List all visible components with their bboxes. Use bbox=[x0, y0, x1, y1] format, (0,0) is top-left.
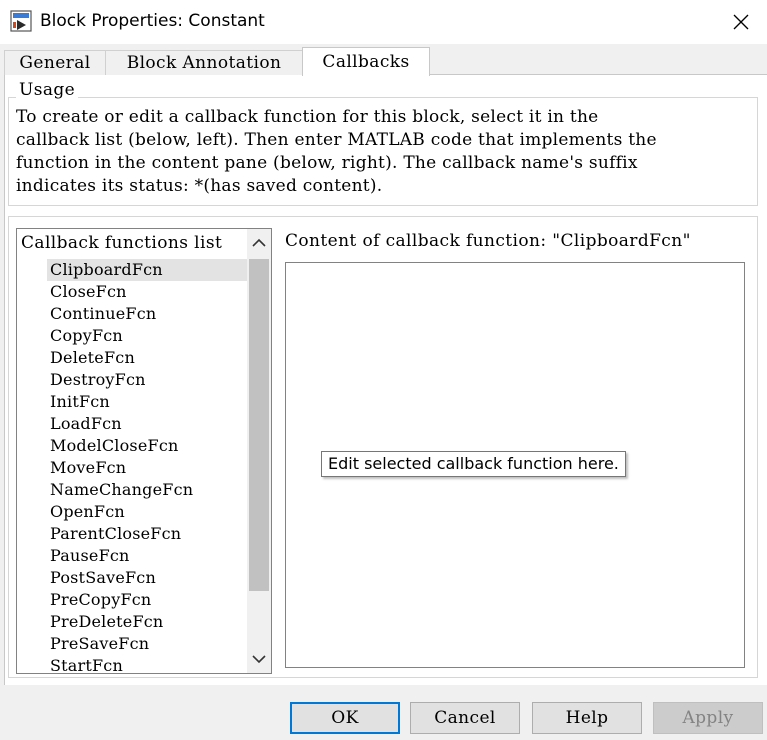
callback-list-item[interactable]: ModelCloseFcn bbox=[47, 435, 247, 457]
callback-list-item[interactable]: InitFcn bbox=[47, 391, 247, 413]
callback-list-item[interactable]: OpenFcn bbox=[47, 501, 247, 523]
callback-list-item[interactable]: PreDeleteFcn bbox=[47, 611, 247, 633]
callback-list-item[interactable]: PostSaveFcn bbox=[47, 567, 247, 589]
window-title: Block Properties: Constant bbox=[40, 11, 265, 31]
callback-list-item[interactable]: ParentCloseFcn bbox=[47, 523, 247, 545]
callback-list-item[interactable]: NameChangeFcn bbox=[47, 479, 247, 501]
close-icon bbox=[733, 14, 749, 30]
help-button[interactable]: Help bbox=[532, 702, 642, 734]
callback-items: ClipboardFcn CloseFcn ContinueFcn CopyFcn De… bbox=[47, 259, 247, 673]
callback-list-item[interactable]: StartFcn bbox=[47, 655, 247, 673]
cancel-button[interactable]: Cancel bbox=[410, 702, 520, 734]
callback-list-header: Callback functions list bbox=[21, 233, 223, 253]
ok-button[interactable]: OK bbox=[290, 702, 400, 734]
callback-list-item[interactable]: MoveFcn bbox=[47, 457, 247, 479]
chevron-up-icon bbox=[252, 238, 266, 247]
callback-list-item[interactable]: PreSaveFcn bbox=[47, 633, 247, 655]
callback-list-item[interactable]: CloseFcn bbox=[47, 281, 247, 303]
callback-list-item[interactable]: LoadFcn bbox=[47, 413, 247, 435]
tab-callbacks[interactable]: Callbacks bbox=[302, 47, 430, 76]
scroll-down-button[interactable] bbox=[247, 645, 271, 673]
callback-list-item[interactable]: CopyFcn bbox=[47, 325, 247, 347]
tab-block-annotation[interactable]: Block Annotation bbox=[105, 50, 303, 75]
callback-list-item[interactable]: DeleteFcn bbox=[47, 347, 247, 369]
tab-general[interactable]: General bbox=[4, 50, 106, 75]
callback-list-item[interactable]: DestroyFcn bbox=[47, 369, 247, 391]
callback-list-item[interactable]: PauseFcn bbox=[47, 545, 247, 567]
chevron-down-icon bbox=[252, 655, 266, 664]
usage-legend: Usage bbox=[16, 80, 79, 100]
scroll-thumb[interactable] bbox=[249, 259, 269, 591]
content-pane-label: Content of callback function: "Clipboard… bbox=[285, 231, 691, 251]
list-scrollbar[interactable] bbox=[247, 229, 271, 673]
callback-list-item[interactable]: ClipboardFcn bbox=[47, 259, 247, 281]
editor-tooltip: Edit selected callback function here. bbox=[321, 451, 626, 477]
apply-button[interactable]: Apply bbox=[653, 702, 763, 734]
usage-description: To create or edit a callback function fo… bbox=[16, 107, 657, 196]
callback-functions-list[interactable]: Callback functions list ClipboardFcn Clos… bbox=[16, 228, 272, 674]
close-button[interactable] bbox=[724, 6, 758, 38]
simulink-block-icon bbox=[10, 10, 32, 32]
scroll-up-button[interactable] bbox=[247, 229, 271, 257]
callback-list-item[interactable]: ContinueFcn bbox=[47, 303, 247, 325]
callback-list-item[interactable]: PreCopyFcn bbox=[47, 589, 247, 611]
